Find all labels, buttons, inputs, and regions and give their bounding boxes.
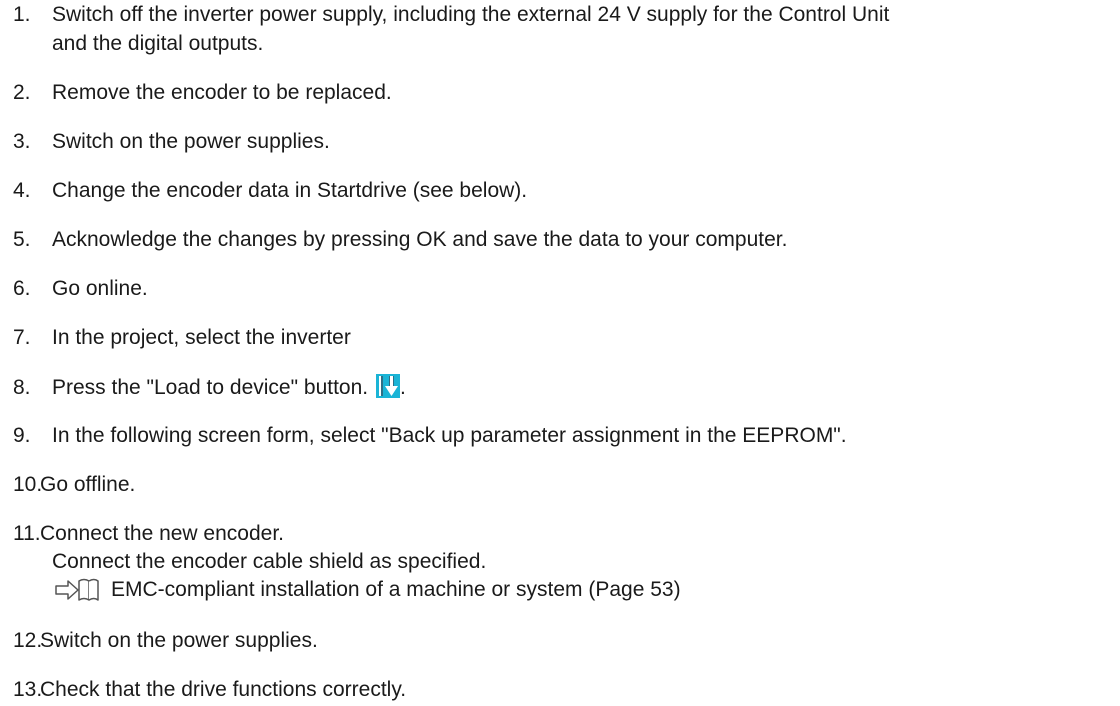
load-to-device-icon [375,374,400,398]
step-6: 6. Go online. [13,276,148,302]
step-number: 1. [13,3,31,26]
step-1-continuation: and the digital outputs. [52,32,264,55]
step-text: Acknowledge the changes by pressing OK a… [52,228,788,251]
step-text: Switch on the power supplies. [40,629,318,652]
step-number: 8. [13,376,31,399]
step-7: 7. In the project, select the inverter [13,325,351,351]
step-number: 4. [13,179,31,202]
step-text: Check that the drive functions correctly… [40,678,407,701]
step-number: 6. [13,277,31,300]
step-11-line2: Connect the encoder cable shield as spec… [52,550,487,573]
step-text: Change the encoder data in Startdrive (s… [52,179,528,202]
step-13: 13.Check that the drive functions correc… [13,677,406,703]
step-11: 11.Connect the new encoder. [13,521,284,547]
step-text: Connect the new encoder. [40,522,285,545]
step-1: 1. Switch off the inverter power supply, … [13,2,889,28]
book-reference-icon [55,578,99,601]
step-8: 8. Press the "Load to device" button. . [13,374,406,401]
step-text: Press the "Load to device" button. [52,376,369,399]
step-text: In the project, select the inverter [52,326,351,349]
step-10: 10.Go offline. [13,472,135,498]
step-text: Switch off the inverter power supply, in… [52,3,890,26]
step-text: In the following screen form, select "Ba… [52,424,847,447]
step-number: 9. [13,424,31,447]
step-4: 4. Change the encoder data in Startdrive … [13,178,527,204]
step-number: 12. [13,629,43,652]
step-text: Go online. [52,277,148,300]
step-number: 5. [13,228,31,251]
step-text: Remove the encoder to be replaced. [52,81,392,104]
step-9: 9. In the following screen form, select "… [13,423,847,449]
emc-installation-link[interactable]: EMC-compliant installation of a machine … [111,577,681,603]
step-2: 2. Remove the encoder to be replaced. [13,80,392,106]
step-12: 12.Switch on the power supplies. [13,628,318,654]
step-number: 13. [13,678,43,701]
step-5: 5. Acknowledge the changes by pressing OK… [13,227,787,253]
step-number: 11. [13,522,41,545]
step-number: 2. [13,81,31,104]
step-text: Go offline. [40,473,136,496]
step-text: Switch on the power supplies. [52,130,330,153]
step-number: 3. [13,130,31,153]
step-8-period: . [399,376,406,399]
step-number: 10. [13,473,43,496]
step-3: 3. Switch on the power supplies. [13,129,330,155]
step-number: 7. [13,326,31,349]
